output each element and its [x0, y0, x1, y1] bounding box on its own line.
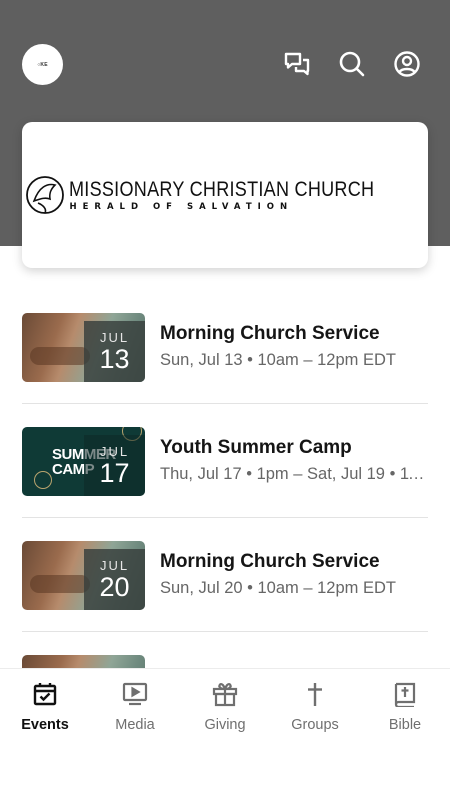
cross-icon	[308, 683, 322, 706]
tab-label: Bible	[388, 717, 422, 733]
event-day: 13	[99, 343, 130, 374]
event-title: Youth Summer Camp	[160, 437, 352, 458]
tab-label: Events	[21, 717, 69, 733]
event-datetime: Sun, Jul 13 • 10am – 12pm EDT	[160, 351, 396, 369]
event-date-badge: JUL 13	[84, 321, 145, 382]
event-thumbnail: JUL 13	[22, 313, 145, 382]
event-date-badge: JUL 17	[84, 435, 145, 496]
tab-label: Groups	[291, 717, 339, 733]
church-banner: MISSIONARY CHRISTIAN CHURCH HERALD OF SA…	[22, 122, 428, 268]
event-item[interactable]: JUL 20 Morning Church Service Sun, Jul 2…	[22, 518, 428, 632]
church-logo-avatar[interactable]: ○KE	[22, 44, 63, 85]
calendar-check-icon	[33, 683, 57, 706]
banner-title: MISSIONARY CHRISTIAN CHURCH	[69, 177, 375, 201]
event-title: Morning Church Service	[160, 323, 380, 344]
tab-groups[interactable]: Groups	[270, 681, 360, 733]
search-icon[interactable]	[338, 50, 366, 78]
bottom-tab-bar: Events Media Giving Groups Bible	[0, 668, 450, 800]
tab-label: Media	[115, 717, 155, 733]
event-item[interactable]: JUL 13 Morning Church Service Sun, Jul 1…	[22, 290, 428, 404]
decor-circle	[34, 471, 52, 489]
event-thumbnail: SUMMER CAMP JUL 17	[22, 427, 145, 496]
bible-icon	[394, 682, 416, 707]
event-month: JUL	[99, 557, 130, 573]
account-icon[interactable]	[393, 50, 421, 78]
tab-giving[interactable]: Giving	[180, 681, 270, 733]
event-thumbnail: JUL 20	[22, 541, 145, 610]
event-datetime: Thu, Jul 17 • 1pm – Sat, Jul 19 • 11am E…	[160, 465, 428, 483]
dove-emblem-icon	[26, 176, 65, 214]
chat-bubbles-icon[interactable]	[283, 50, 311, 78]
play-screen-icon	[122, 682, 148, 706]
event-datetime: Sun, Jul 20 • 10am – 12pm EDT	[160, 579, 396, 597]
events-list: JUL 13 Morning Church Service Sun, Jul 1…	[22, 290, 428, 724]
event-day: 20	[99, 571, 130, 602]
event-day: 17	[99, 457, 130, 488]
event-month: JUL	[99, 443, 130, 459]
tab-label: Giving	[204, 717, 246, 733]
event-item-partial[interactable]	[22, 632, 428, 724]
event-title: Morning Church Service	[160, 551, 380, 572]
tab-bible[interactable]: Bible	[360, 681, 450, 733]
gift-icon	[212, 683, 238, 707]
event-date-badge: JUL 20	[84, 549, 145, 610]
event-month: JUL	[99, 329, 130, 345]
church-logo-text: ○KE	[37, 61, 48, 68]
tab-events[interactable]: Events	[0, 681, 90, 733]
banner-subtitle: HERALD OF SALVATION	[69, 201, 294, 212]
event-item[interactable]: SUMMER CAMP JUL 17 Youth Summer Camp Thu…	[22, 404, 428, 518]
tab-media[interactable]: Media	[90, 681, 180, 733]
